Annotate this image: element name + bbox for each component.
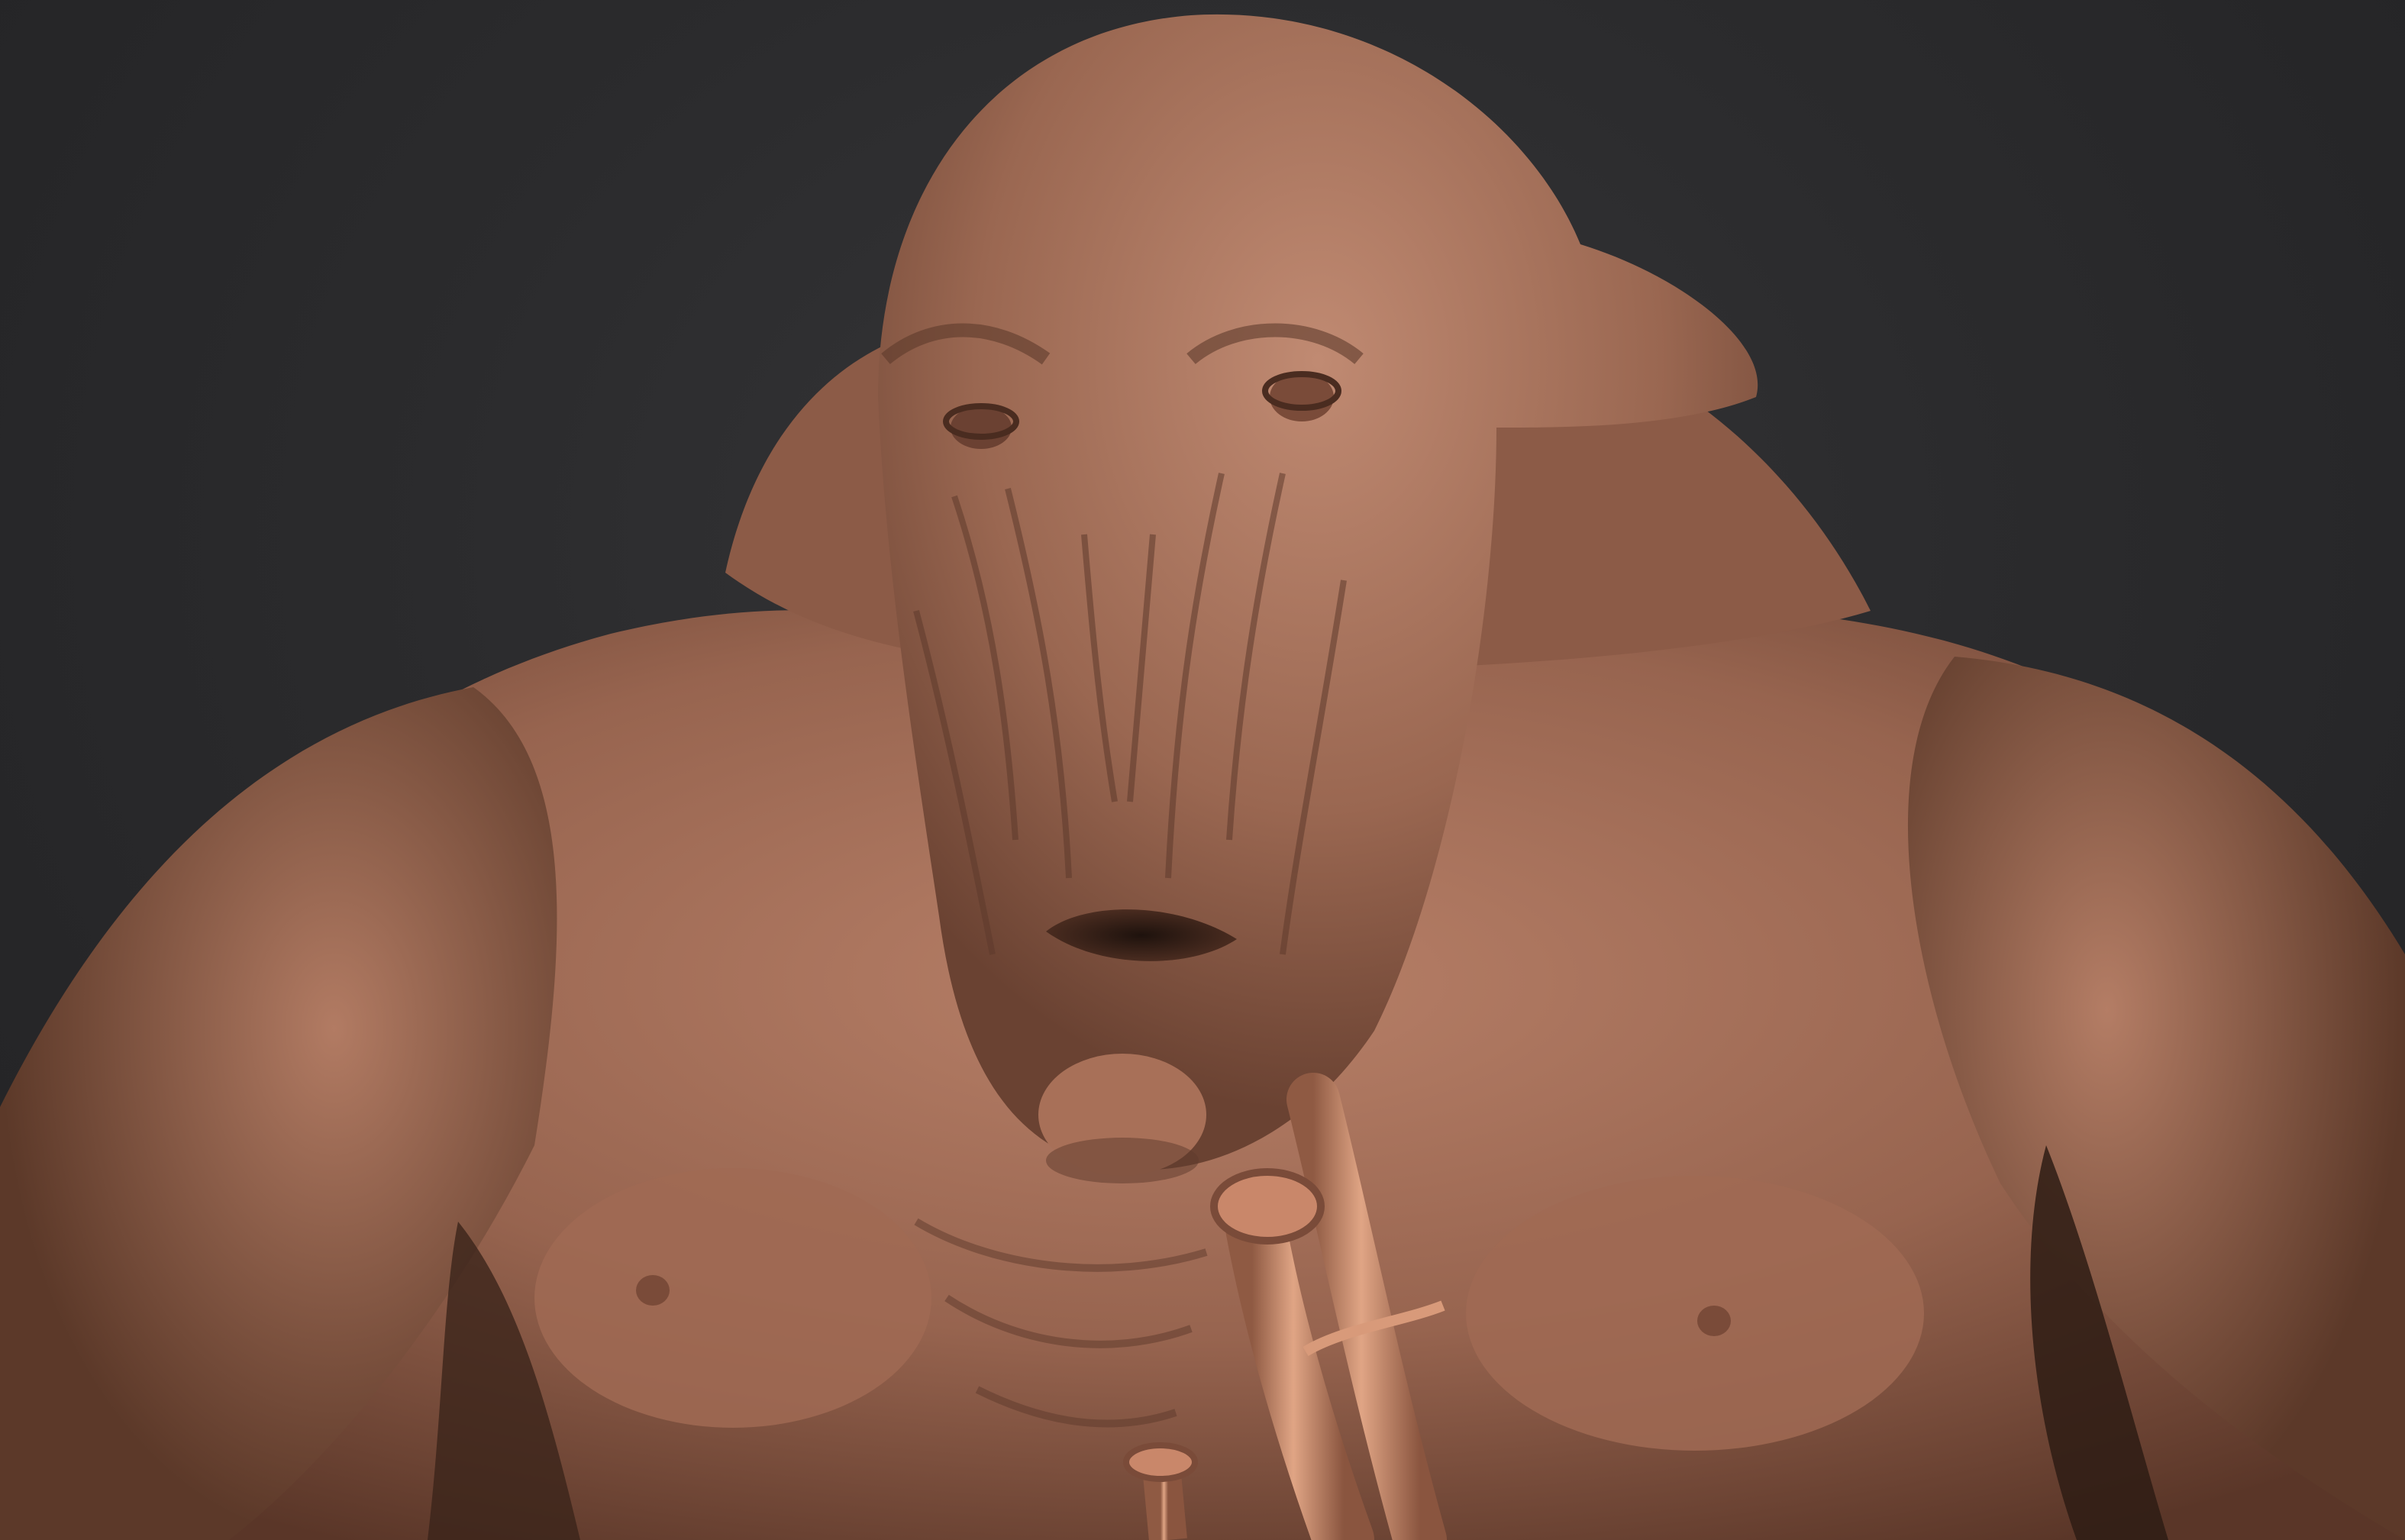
right-pec — [1466, 1176, 1924, 1451]
left-nipple — [636, 1275, 670, 1306]
left-pec — [534, 1168, 931, 1428]
sculpt-render — [0, 14, 2405, 1540]
chin-shadow — [1046, 1138, 1199, 1183]
render-viewport — [0, 0, 2405, 1540]
tube-3-collar — [1123, 1442, 1198, 1482]
left-eye — [951, 406, 1012, 449]
tube-collar — [1210, 1168, 1325, 1245]
right-nipple — [1697, 1306, 1731, 1336]
